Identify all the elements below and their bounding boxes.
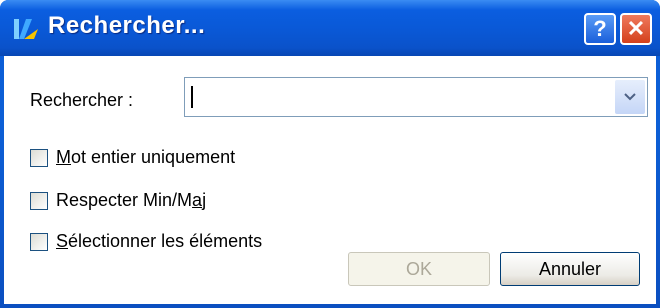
dialog-window: Rechercher... ? ✕ Rechercher : Mot entie… <box>0 0 660 308</box>
ok-button[interactable]: OK <box>348 252 490 286</box>
option-match-case[interactable]: Respecter Min/Maj <box>30 190 206 211</box>
match-case-checkbox[interactable] <box>30 191 48 210</box>
select-elements-checkbox[interactable] <box>30 232 48 251</box>
search-combobox[interactable] <box>184 77 648 117</box>
dialog-body: Rechercher : Mot entier uniquement Respe… <box>4 56 656 304</box>
close-button[interactable]: ✕ <box>620 13 652 45</box>
whole-word-label: Mot entier uniquement <box>56 147 236 167</box>
window-title: Rechercher... <box>48 12 206 39</box>
help-icon: ? <box>593 16 607 41</box>
select-elements-label: Sélectionner les éléments <box>56 231 263 251</box>
dropdown-button[interactable] <box>615 80 645 114</box>
whole-word-checkbox[interactable] <box>30 148 48 167</box>
search-label: Rechercher : <box>30 90 134 110</box>
close-icon: ✕ <box>626 16 646 41</box>
help-button[interactable]: ? <box>584 13 616 45</box>
cancel-button[interactable]: Annuler <box>500 252 640 286</box>
app-logo-icon <box>12 15 42 43</box>
search-input[interactable] <box>185 78 615 116</box>
text-caret <box>191 86 193 108</box>
option-whole-word[interactable]: Mot entier uniquement <box>30 147 235 168</box>
option-select-elements[interactable]: Sélectionner les éléments <box>30 231 262 252</box>
chevron-down-icon <box>624 88 636 106</box>
title-bar[interactable]: Rechercher... ? ✕ <box>0 0 660 56</box>
match-case-label: Respecter Min/Maj <box>56 190 207 210</box>
